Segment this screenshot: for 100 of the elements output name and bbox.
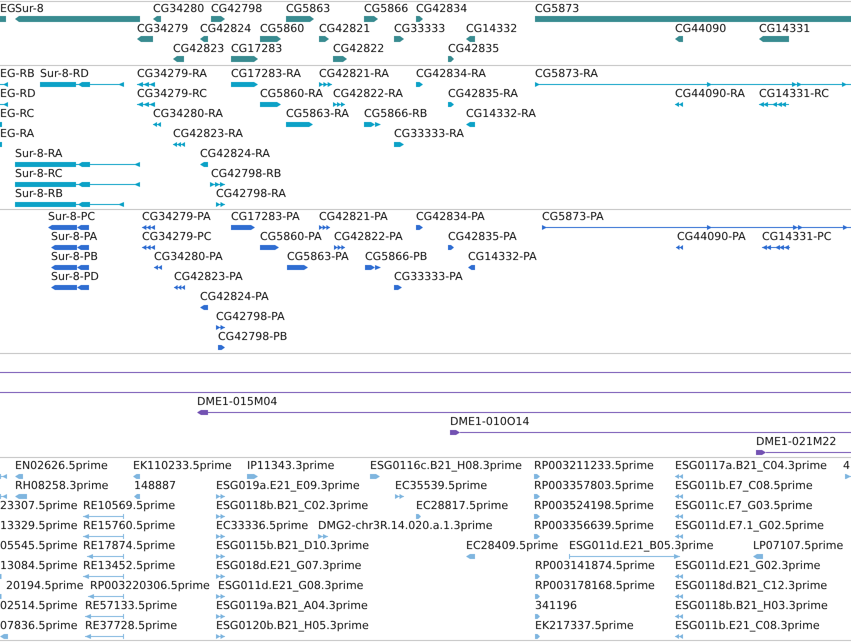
est-feature[interactable] (216, 514, 225, 519)
protein-feature[interactable] (174, 285, 185, 290)
est-feature[interactable] (87, 554, 124, 559)
protein-feature[interactable] (365, 265, 381, 270)
gene-feature[interactable] (675, 36, 683, 42)
est-feature[interactable] (134, 494, 140, 499)
est-feature[interactable] (0, 494, 7, 499)
est-feature[interactable] (416, 514, 421, 519)
est-feature[interactable] (534, 494, 540, 499)
est-feature[interactable] (15, 494, 27, 499)
est-feature[interactable] (83, 534, 124, 539)
protein-feature[interactable] (231, 225, 255, 230)
transcript-feature[interactable] (0, 102, 8, 107)
est-feature[interactable] (318, 534, 328, 539)
gene-feature[interactable] (231, 56, 258, 62)
est-feature[interactable] (535, 634, 540, 639)
gene-feature[interactable] (173, 56, 184, 62)
est-feature[interactable] (675, 474, 683, 479)
transcript-feature[interactable] (675, 102, 683, 107)
transcript-feature[interactable] (0, 82, 8, 87)
est-feature[interactable] (675, 514, 683, 519)
protein-feature[interactable] (394, 285, 402, 290)
est-feature[interactable] (534, 514, 540, 519)
clone-feature[interactable] (450, 430, 851, 435)
protein-feature[interactable] (762, 245, 790, 250)
transcript-feature[interactable] (15, 182, 140, 187)
est-feature[interactable] (534, 534, 540, 539)
gene-feature[interactable] (416, 16, 423, 22)
protein-feature[interactable] (216, 325, 225, 330)
est-feature[interactable] (753, 554, 763, 559)
est-feature[interactable] (535, 614, 540, 619)
protein-feature[interactable] (51, 265, 89, 270)
transcript-feature[interactable] (137, 102, 155, 107)
transcript-feature[interactable] (173, 142, 185, 147)
est-feature[interactable] (216, 534, 225, 539)
gene-feature[interactable] (260, 36, 281, 42)
gene-feature[interactable] (364, 16, 378, 22)
gene-feature[interactable] (333, 56, 347, 62)
gene-feature[interactable] (319, 36, 329, 42)
transcript-feature[interactable] (394, 142, 404, 147)
est-feature[interactable] (535, 594, 540, 599)
gene-feature[interactable] (448, 56, 454, 62)
est-feature[interactable] (675, 594, 683, 599)
est-feature[interactable] (535, 574, 540, 579)
gene-feature[interactable] (200, 36, 208, 42)
gene-feature[interactable] (759, 36, 789, 42)
transcript-feature[interactable] (40, 82, 124, 87)
est-feature[interactable] (85, 614, 124, 619)
transcript-feature[interactable] (759, 102, 789, 107)
transcript-feature[interactable] (333, 102, 345, 107)
transcript-feature[interactable] (364, 122, 381, 127)
est-feature[interactable] (216, 574, 225, 579)
transcript-feature[interactable] (231, 82, 258, 87)
transcript-feature[interactable] (448, 102, 454, 107)
clone-feature[interactable] (197, 410, 851, 415)
gene-feature[interactable] (394, 36, 404, 42)
protein-feature[interactable] (542, 225, 851, 230)
protein-feature[interactable] (319, 225, 330, 230)
est-feature[interactable] (569, 554, 680, 559)
protein-feature[interactable] (260, 245, 279, 250)
est-feature[interactable] (675, 574, 683, 579)
protein-feature[interactable] (448, 245, 454, 250)
est-feature[interactable] (534, 474, 540, 479)
transcript-feature[interactable] (137, 82, 155, 87)
protein-feature[interactable] (48, 225, 89, 230)
transcript-feature[interactable] (260, 102, 281, 107)
transcript-feature[interactable] (319, 82, 332, 87)
transcript-feature[interactable] (535, 82, 851, 87)
est-feature[interactable] (133, 474, 140, 479)
protein-feature[interactable] (51, 285, 89, 290)
est-feature[interactable] (675, 634, 683, 639)
est-feature[interactable] (0, 474, 7, 479)
gene-feature[interactable] (466, 36, 475, 42)
est-feature[interactable] (0, 634, 8, 639)
est-feature[interactable] (395, 494, 404, 499)
est-feature[interactable] (466, 554, 475, 559)
transcript-feature[interactable] (416, 82, 423, 87)
est-feature[interactable] (15, 474, 23, 479)
est-feature[interactable] (216, 494, 225, 499)
est-feature[interactable] (216, 554, 225, 559)
protein-feature[interactable] (416, 225, 423, 230)
est-feature[interactable] (83, 574, 124, 579)
protein-feature[interactable] (287, 265, 308, 270)
est-feature[interactable] (247, 474, 258, 479)
transcript-feature[interactable] (210, 182, 225, 187)
est-feature[interactable] (83, 514, 124, 519)
transcript-feature[interactable] (466, 122, 475, 127)
transcript-feature[interactable] (15, 162, 140, 167)
protein-feature[interactable] (200, 305, 208, 310)
protein-feature[interactable] (154, 265, 162, 270)
est-feature[interactable] (216, 614, 225, 619)
protein-feature[interactable] (468, 265, 475, 270)
transcript-feature[interactable] (200, 162, 208, 167)
protein-feature[interactable] (676, 245, 683, 250)
protein-feature[interactable] (334, 245, 345, 250)
est-feature[interactable] (88, 594, 124, 599)
clone-feature[interactable] (756, 450, 851, 455)
gene-feature[interactable] (137, 36, 153, 42)
gene-feature[interactable] (286, 16, 314, 22)
est-feature[interactable] (216, 634, 225, 639)
